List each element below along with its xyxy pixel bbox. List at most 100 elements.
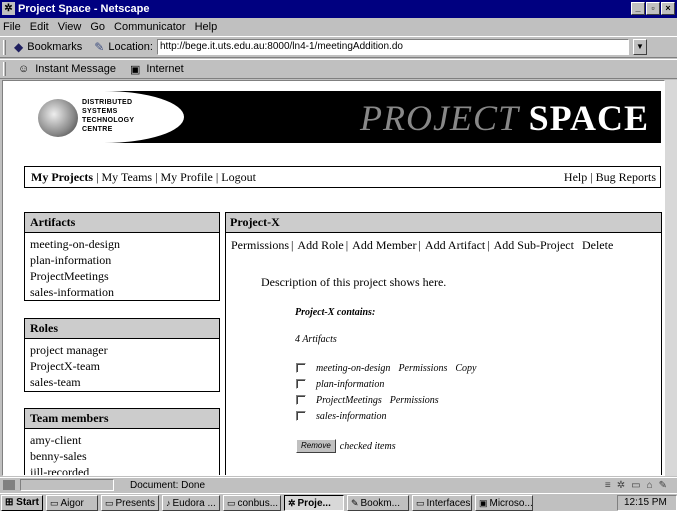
window-icon: ▭ — [226, 497, 236, 508]
artifact-copy-link[interactable]: Copy — [455, 363, 476, 374]
url-dropdown-button[interactable]: ▼ — [632, 39, 647, 55]
window-icon: ▭ — [49, 497, 59, 508]
menu-view[interactable]: View — [58, 21, 82, 33]
security-icon[interactable] — [3, 480, 15, 490]
window-title: Project Space - Netscape — [18, 3, 150, 15]
artifact-permissions-link[interactable]: Permissions — [390, 395, 439, 406]
netscape-icon: ✲ — [2, 2, 15, 15]
add-artifact-link[interactable]: Add Artifact — [425, 238, 485, 253]
role-link[interactable]: sales-team — [30, 374, 214, 390]
action-separator: | — [291, 238, 294, 252]
instant-message-icon: ☺ — [18, 63, 30, 75]
artifact-checkbox[interactable] — [296, 363, 306, 373]
maximize-button[interactable]: ▫ — [646, 2, 660, 15]
action-separator: | — [487, 238, 490, 252]
window-titlebar: ✲ Project Space - Netscape _ ▫ × — [0, 0, 677, 18]
member-link[interactable]: jill-recorded — [30, 464, 214, 475]
taskbar-item-label: Presents — [115, 497, 155, 509]
windows-taskbar: ⊞ Start ▭ Aigor ▭ Presents ♪ Eudora ... ▭ co… — [0, 493, 677, 511]
eudora-icon: ♪ — [165, 497, 171, 508]
component-bar-icons[interactable]: ≡✲▭⌂✎ — [605, 480, 673, 491]
location-icon: ✎ — [94, 40, 105, 54]
taskbar-item[interactable]: ✎ Bookm... — [346, 494, 409, 511]
artifact-checkbox[interactable] — [296, 411, 306, 421]
internet-button[interactable]: Internet — [146, 63, 183, 75]
minimize-button[interactable]: _ — [631, 2, 645, 15]
taskbar-item[interactable]: ♪ Eudora ... — [161, 494, 220, 511]
toolbar-grip[interactable] — [3, 40, 6, 55]
artifact-name[interactable]: sales-information — [316, 411, 387, 422]
member-link[interactable]: benny-sales — [30, 448, 214, 464]
artifact-link[interactable]: meeting-on-design — [30, 236, 214, 252]
taskbar-item[interactable]: ▭ Interfaces — [411, 494, 472, 511]
bookmarks-button[interactable]: Bookmarks — [27, 41, 82, 53]
role-link[interactable]: project manager — [30, 342, 214, 358]
artifact-row: sales-information — [296, 408, 484, 424]
artifact-count: 4 Artifacts — [295, 334, 337, 345]
start-button[interactable]: ⊞ Start — [1, 494, 43, 511]
artifact-permissions-link[interactable]: Permissions — [398, 363, 447, 374]
artifact-link[interactable]: sales-information — [30, 284, 214, 300]
taskbar-item-label: conbus... — [237, 497, 279, 509]
taskbar-item[interactable]: ▭ Presents — [100, 494, 159, 511]
nav-logout[interactable]: Logout — [221, 170, 256, 185]
menu-file[interactable]: File — [3, 21, 21, 33]
project-actions: Permissions | Add Role | Add Member | Ad… — [231, 238, 613, 253]
menu-go[interactable]: Go — [90, 21, 105, 33]
taskbar-item-label: Interfaces — [426, 497, 471, 509]
menu-help[interactable]: Help — [195, 21, 218, 33]
artifact-link[interactable]: ProjectMeetings — [30, 268, 214, 284]
artifact-name[interactable]: ProjectMeetings — [316, 395, 382, 406]
taskbar-item[interactable]: ▣ Microso... — [474, 494, 533, 511]
add-member-link[interactable]: Add Member — [352, 238, 416, 253]
bookmarks-icon: ◆ — [14, 40, 24, 54]
personal-toolbar: ☺ Instant Message ▣ Internet — [0, 59, 677, 79]
artifact-name[interactable]: plan-information — [316, 379, 384, 390]
nav-separator: | — [215, 169, 219, 184]
close-button[interactable]: × — [661, 2, 675, 15]
menu-edit[interactable]: Edit — [30, 21, 49, 33]
instant-message-button[interactable]: Instant Message — [35, 63, 116, 75]
personal-toolbar-grip[interactable] — [3, 62, 6, 76]
dstc-logo-text: DISTRIBUTED SYSTEMS TECHNOLOGY CENTRE — [82, 99, 135, 133]
permissions-link[interactable]: Permissions — [231, 238, 289, 253]
nav-bug-reports[interactable]: Bug Reports — [596, 170, 656, 185]
roles-panel: Roles project manager ProjectX-team sale… — [24, 318, 220, 392]
menu-communicator[interactable]: Communicator — [114, 21, 186, 33]
project-contains-label: Project-X contains: — [295, 307, 376, 318]
taskbar-item-label: Eudora ... — [172, 497, 216, 509]
window-controls: _ ▫ × — [631, 2, 675, 15]
url-input[interactable]: http://bege.it.uts.edu.au:8000/ln4-1/mee… — [156, 39, 629, 55]
bookmark-icon: ✎ — [350, 497, 359, 508]
artifact-checkbox[interactable] — [296, 379, 306, 389]
add-role-link[interactable]: Add Role — [297, 238, 343, 253]
artifacts-panel-title: Artifacts — [25, 213, 219, 233]
location-toolbar: ◆ Bookmarks ✎ Location: http://bege.it.u… — [0, 36, 677, 58]
nav-my-profile[interactable]: My Profile — [161, 170, 213, 185]
action-separator: | — [345, 238, 349, 252]
artifact-link[interactable]: plan-information — [30, 252, 214, 268]
nav-my-projects[interactable]: My Projects — [31, 170, 93, 185]
top-navigation: My Projects | My Teams | My Profile | Lo… — [24, 166, 661, 188]
page-viewport: DISTRIBUTED SYSTEMS TECHNOLOGY CENTRE PR… — [2, 80, 665, 476]
remove-button[interactable]: Remove — [296, 439, 336, 453]
role-link[interactable]: ProjectX-team — [30, 358, 214, 374]
nav-help[interactable]: Help — [564, 170, 587, 185]
add-subproject-link[interactable]: Add Sub-Project — [494, 238, 574, 253]
taskbar-item-active[interactable]: ✲ Proje... — [283, 494, 344, 511]
nav-separator: | — [590, 169, 593, 184]
artifact-name[interactable]: meeting-on-design — [316, 363, 390, 374]
delete-project-link[interactable]: Delete — [582, 238, 613, 253]
taskbar-item[interactable]: ▭ Aigor — [45, 494, 98, 511]
vertical-scrollbar[interactable] — [665, 80, 677, 476]
nav-separator: | — [96, 169, 99, 184]
project-space-banner: DISTRIBUTED SYSTEMS TECHNOLOGY CENTRE PR… — [24, 91, 661, 143]
project-title: Project-X — [226, 213, 661, 233]
member-link[interactable]: amy-client — [30, 432, 214, 448]
taskbar-item-label: Aigor — [60, 497, 84, 509]
dstc-globe-logo — [38, 99, 78, 137]
artifact-checkbox[interactable] — [296, 395, 306, 405]
roles-panel-title: Roles — [25, 319, 219, 339]
taskbar-item[interactable]: ▭ conbus... — [222, 494, 281, 511]
nav-my-teams[interactable]: My Teams — [102, 170, 153, 185]
